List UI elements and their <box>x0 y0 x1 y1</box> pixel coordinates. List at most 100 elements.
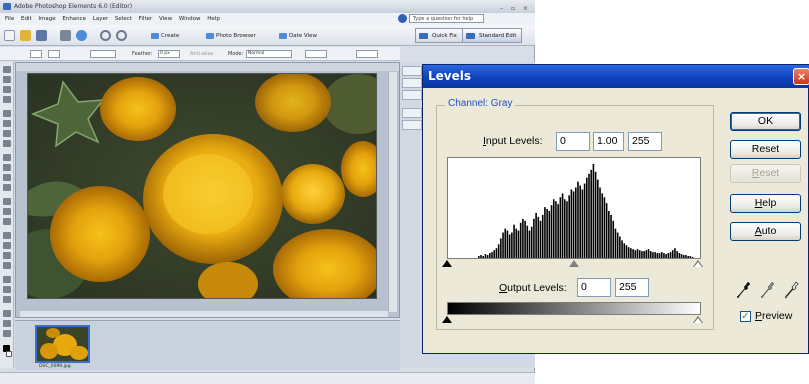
histogram-bar <box>508 234 511 258</box>
type-tool-icon[interactable] <box>3 154 11 161</box>
reset-disabled-button[interactable]: Reset <box>730 164 801 183</box>
histogram-bar <box>519 222 522 258</box>
share-icon[interactable] <box>76 30 87 41</box>
histogram-bar <box>691 257 694 258</box>
histogram-bar <box>541 214 544 258</box>
help-search-input[interactable]: Type a question for help <box>409 14 484 23</box>
tool-options-bar: Feather: 0 px Anti-alias Mode: Normal <box>0 47 400 61</box>
open-folder-icon[interactable] <box>20 30 31 41</box>
new-file-icon[interactable] <box>4 30 15 41</box>
histogram-bar <box>632 249 634 258</box>
status-bar <box>0 372 535 384</box>
document-vertical-scrollbar[interactable] <box>388 72 397 312</box>
save-icon[interactable] <box>36 30 47 41</box>
white-point-eyedropper-icon[interactable] <box>785 281 799 299</box>
background-color-swatch[interactable] <box>6 351 12 357</box>
photo-browser-button[interactable]: Photo Browser <box>203 29 260 42</box>
red-eye-tool-icon[interactable] <box>3 198 11 205</box>
menu-file[interactable]: File <box>5 13 14 25</box>
selection-mode-group[interactable] <box>90 50 116 58</box>
input-gamma-field[interactable]: 1.00 <box>593 132 624 151</box>
input-black-slider[interactable] <box>442 260 452 267</box>
input-white-field[interactable]: 255 <box>628 132 662 151</box>
input-black-field[interactable]: 0 <box>556 132 590 151</box>
selection-mode-new[interactable] <box>30 50 42 58</box>
menu-filter[interactable]: Filter <box>139 13 153 25</box>
input-slider-track[interactable] <box>442 260 703 270</box>
shape-tool-icon[interactable] <box>3 296 11 303</box>
lasso-tool-icon[interactable] <box>3 120 11 127</box>
histogram-bar <box>489 253 491 258</box>
clone-stamp-tool-icon[interactable] <box>3 218 11 225</box>
menu-layer[interactable]: Layer <box>93 13 108 25</box>
ok-button[interactable]: OK <box>730 112 801 131</box>
gradient-tool-icon[interactable] <box>3 286 11 293</box>
input-gamma-slider[interactable] <box>569 260 579 267</box>
redo-icon[interactable] <box>116 30 127 41</box>
palette-tab[interactable] <box>402 66 422 76</box>
document-title-bar <box>16 63 399 71</box>
menu-image[interactable]: Image <box>38 13 55 25</box>
palette-tab[interactable] <box>402 120 422 130</box>
auto-button[interactable]: Auto <box>730 222 801 241</box>
preview-checkbox[interactable]: ✓ <box>740 311 751 322</box>
menu-view[interactable]: View <box>159 13 172 25</box>
print-icon[interactable] <box>60 30 71 41</box>
reset-button[interactable]: Reset <box>730 140 801 159</box>
menu-edit[interactable]: Edit <box>21 13 32 25</box>
menu-select[interactable]: Select <box>115 13 132 25</box>
menu-help[interactable]: Help <box>207 13 220 25</box>
zoom-tool-icon[interactable] <box>3 76 11 83</box>
output-white-field[interactable]: 255 <box>615 278 649 297</box>
mode-select[interactable]: Normal <box>246 50 292 58</box>
selection-brush-tool-icon[interactable] <box>3 140 11 147</box>
move-tool-icon[interactable] <box>3 66 11 73</box>
eyedropper-tool-icon[interactable] <box>3 96 11 103</box>
sponge-tool-icon[interactable] <box>3 320 11 327</box>
standard-edit-button[interactable]: Standard Edit <box>462 28 523 43</box>
black-point-eyedropper-icon[interactable] <box>737 281 751 299</box>
brush-tool-icon[interactable] <box>3 252 11 259</box>
document-horizontal-scrollbar[interactable] <box>20 311 388 317</box>
width-input[interactable] <box>305 50 327 58</box>
palette-tab[interactable] <box>402 78 422 88</box>
output-slider-track[interactable] <box>442 316 703 326</box>
feather-input[interactable]: 0 px <box>158 50 180 58</box>
smart-brush-tool-icon[interactable] <box>3 262 11 269</box>
cookie-cutter-tool-icon[interactable] <box>3 174 11 181</box>
quick-fix-button[interactable]: Quick Fix <box>415 28 463 43</box>
custom-shape-tool-icon[interactable] <box>3 330 11 337</box>
help-button[interactable]: Help <box>730 194 801 213</box>
close-icon[interactable]: × <box>793 68 809 85</box>
straighten-tool-icon[interactable] <box>3 184 11 191</box>
menu-window[interactable]: Window <box>179 13 201 25</box>
date-view-button[interactable]: Date View <box>276 29 321 42</box>
palette-tab[interactable] <box>402 90 422 100</box>
magic-wand-tool-icon[interactable] <box>3 130 11 137</box>
hand-tool-icon[interactable] <box>3 86 11 93</box>
histogram-bar <box>586 177 588 258</box>
selection-mode-add[interactable] <box>48 50 60 58</box>
output-black-slider[interactable] <box>442 316 452 323</box>
menu-enhance[interactable]: Enhance <box>62 13 86 25</box>
eraser-tool-icon[interactable] <box>3 232 11 239</box>
histogram-bar <box>656 253 659 258</box>
histogram-bar <box>590 169 593 258</box>
histogram-bar <box>658 253 661 258</box>
create-button[interactable]: Create <box>148 29 183 42</box>
bin-thumbnail[interactable] <box>35 325 90 363</box>
height-input[interactable] <box>356 50 378 58</box>
pencil-tool-icon[interactable] <box>3 242 11 249</box>
histogram-bar <box>599 187 601 258</box>
palette-tab[interactable] <box>402 108 422 118</box>
undo-icon[interactable] <box>100 30 111 41</box>
output-black-field[interactable]: 0 <box>577 278 611 297</box>
blur-tool-icon[interactable] <box>3 310 11 317</box>
healing-brush-tool-icon[interactable] <box>3 208 11 215</box>
marquee-tool-icon[interactable] <box>3 110 11 117</box>
crop-tool-icon[interactable] <box>3 164 11 171</box>
anti-alias-checkbox[interactable]: Anti-alias <box>190 47 213 61</box>
gray-point-eyedropper-icon[interactable] <box>761 281 775 299</box>
paint-bucket-tool-icon[interactable] <box>3 276 11 283</box>
levels-title-bar[interactable]: Levels × <box>423 65 809 88</box>
